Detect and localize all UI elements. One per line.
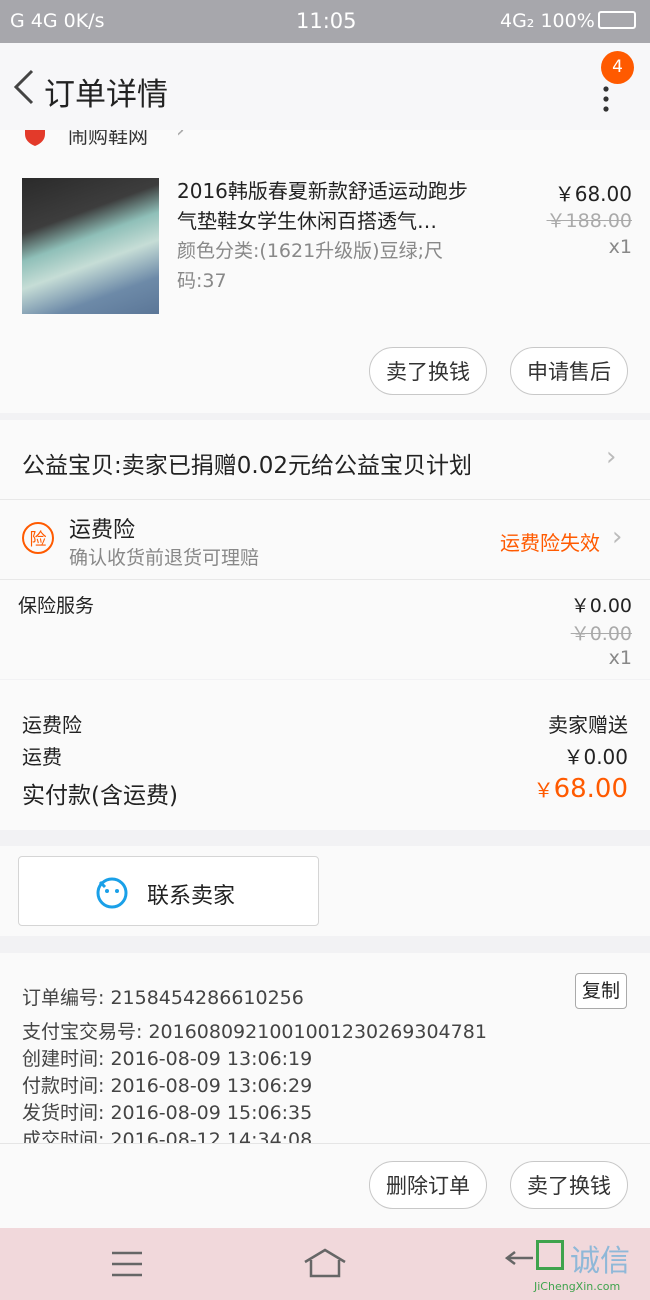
shop-shield-icon: [25, 130, 45, 146]
header: 订单详情 4: [0, 43, 650, 130]
back-arrow-icon[interactable]: [10, 67, 40, 107]
chevron-right-icon: ›: [176, 130, 185, 143]
delete-order-button[interactable]: 删除订单: [369, 1161, 487, 1209]
product-thumbnail: [22, 178, 159, 314]
alipay-trade-number: 支付宝交易号: 2016080921001001230269304781: [22, 1021, 487, 1043]
insurance-service-quantity: x1: [608, 647, 632, 669]
battery-status: 4G₂ 100%: [500, 10, 595, 32]
chevron-right-icon: ›: [606, 442, 617, 472]
freight-value: ￥0.00: [563, 745, 628, 769]
insurance-service-label: 保险服务: [18, 595, 95, 617]
contact-seller-label: 联系卖家: [147, 884, 236, 909]
shop-row[interactable]: 闹购鞋网 ›: [0, 130, 650, 170]
product-quantity: x1: [608, 236, 632, 258]
contact-seller-button[interactable]: 联系卖家: [18, 856, 319, 926]
freight-label: 运费: [22, 745, 62, 769]
freight-insurance-value: 卖家赠送: [548, 713, 628, 737]
freight-insurance-title: 运费险: [69, 518, 136, 543]
shipped-time: 发货时间: 2016-08-09 15:06:35: [22, 1102, 313, 1124]
chevron-right-icon: ›: [612, 522, 623, 552]
shop-name: 闹购鞋网: [68, 130, 148, 148]
watermark-text: 诚信: [570, 1244, 630, 1279]
insurance-service-price: ￥0.00: [570, 595, 632, 617]
page-title: 订单详情: [44, 77, 168, 113]
resell-button[interactable]: 卖了换钱: [369, 347, 487, 395]
paid-currency: ￥: [533, 778, 554, 802]
clock: 11:05: [296, 9, 357, 33]
order-number: 订单编号: 2158454286610256: [22, 987, 304, 1009]
freight-insurance-subtitle: 确认收货前退货可理赔: [69, 547, 260, 569]
freight-insurance-row[interactable]: 险 运费险 确认收货前退货可理赔 运费险失效 ›: [0, 500, 650, 580]
completed-time: 成交时间: 2016-08-12 14:34:08: [22, 1129, 313, 1143]
after-sale-button[interactable]: 申请售后: [510, 347, 628, 395]
paid-label: 实付款(含运费): [22, 783, 178, 809]
signal-status: G 4G 0K/s: [10, 10, 105, 32]
payment-summary: 运费险 卖家赠送 运费 ￥0.00 实付款(含运费) ￥68.00: [0, 680, 650, 830]
created-time: 创建时间: 2016-08-09 13:06:19: [22, 1048, 313, 1070]
insurance-icon: 险: [22, 522, 54, 554]
charity-row[interactable]: 公益宝贝:卖家已捐赠0.02元给公益宝贝计划 ›: [0, 420, 650, 500]
status-bar: G 4G 0K/s 11:05 4G₂ 100%: [0, 0, 650, 43]
product-spec: 颜色分类:(1621升级版)豆绿;尺码:37: [177, 240, 443, 292]
copy-button[interactable]: 复制: [575, 973, 627, 1009]
order-info: 复制 订单编号: 2158454286610256 支付宝交易号: 201608…: [0, 953, 650, 1143]
product-title: 2016韩版春夏新款舒适运动跑步气垫鞋女学生休闲百搭透气…: [177, 179, 468, 233]
paid-amount: ￥68.00: [534, 774, 628, 804]
product-original-price: ￥188.00: [546, 210, 632, 232]
battery-icon: [598, 11, 636, 29]
insurance-service-original-price: ￥0.00: [570, 623, 632, 645]
product-card[interactable]: 2016韩版春夏新款舒适运动跑步气垫鞋女学生休闲百搭透气… 颜色分类:(1621…: [0, 170, 650, 413]
watermark-url: JiChengXin.com: [534, 1280, 621, 1293]
charity-text: 公益宝贝:卖家已捐赠0.02元给公益宝贝计划: [22, 453, 472, 479]
product-price: ￥68.00: [554, 182, 632, 206]
notification-badge: 4: [601, 51, 634, 84]
insurance-service-row: 保险服务 ￥0.00 ￥0.00 x1: [0, 580, 650, 679]
watermark-logo: 诚信 JiChengXin.com: [530, 1236, 650, 1296]
watermark-mark: [536, 1240, 564, 1270]
bottom-action-bar: 删除订单 卖了换钱: [0, 1143, 650, 1229]
paid-time: 付款时间: 2016-08-09 13:06:29: [22, 1075, 313, 1097]
freight-insurance-label: 运费险: [22, 713, 82, 737]
system-nav-bar: 诚信 JiChengXin.com: [0, 1228, 650, 1300]
chat-bubble-icon: [96, 877, 128, 909]
paid-value: 68.00: [553, 774, 628, 804]
freight-insurance-status: 运费险失效: [500, 531, 600, 555]
resell-button[interactable]: 卖了换钱: [510, 1161, 628, 1209]
contact-section: 联系卖家: [0, 846, 650, 936]
menu-icon[interactable]: [110, 1250, 144, 1278]
home-icon[interactable]: [303, 1248, 347, 1278]
